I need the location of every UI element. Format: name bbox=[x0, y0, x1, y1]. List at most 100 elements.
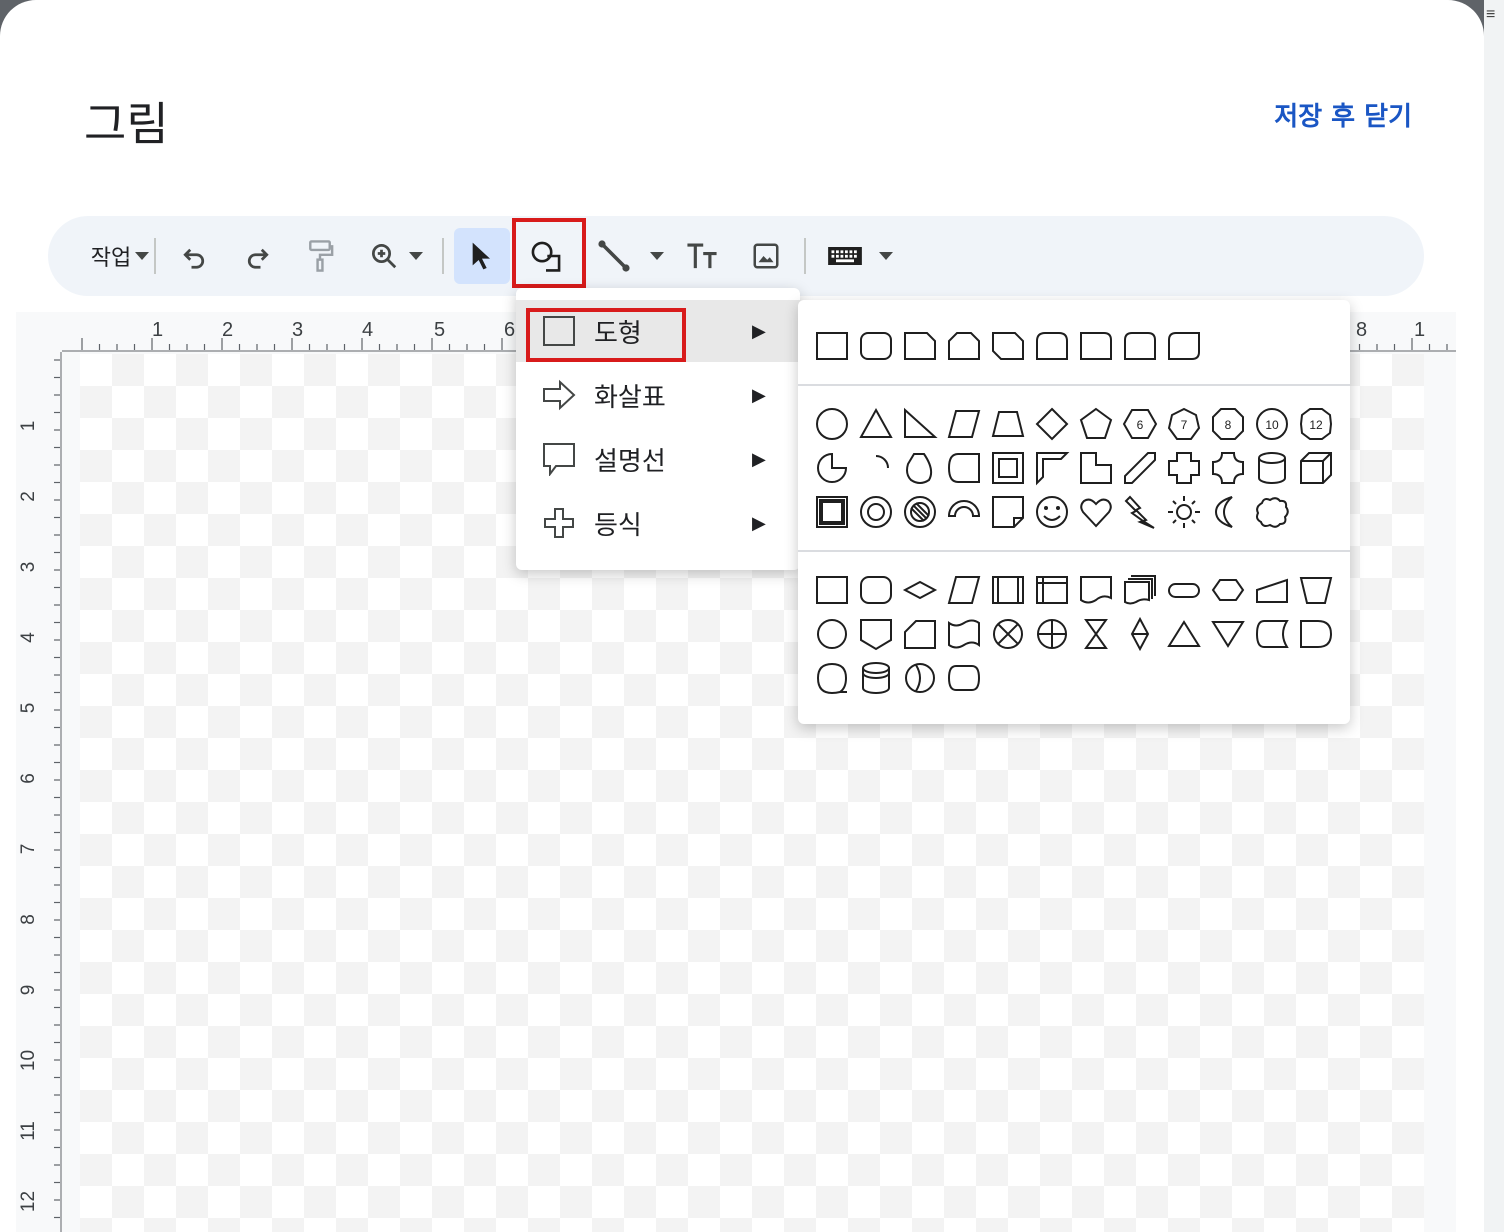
shape-option-icon[interactable] bbox=[946, 616, 982, 652]
shape-option-icon[interactable] bbox=[1078, 494, 1114, 530]
ruler-label: 3 bbox=[292, 319, 303, 341]
shape-option-icon[interactable] bbox=[902, 494, 938, 530]
ruler-label: 12 bbox=[18, 1191, 39, 1212]
shape-option-icon[interactable] bbox=[1254, 616, 1290, 652]
shape-option-icon[interactable] bbox=[1034, 572, 1070, 608]
shape-option-icon[interactable] bbox=[946, 572, 982, 608]
shape-option-icon[interactable] bbox=[1078, 616, 1114, 652]
input-tools-button[interactable] bbox=[818, 228, 902, 284]
svg-text:12: 12 bbox=[1309, 418, 1323, 432]
shape-option-icon[interactable] bbox=[858, 494, 894, 530]
shape-option-icon[interactable] bbox=[1078, 328, 1114, 364]
shape-option-icon[interactable] bbox=[858, 616, 894, 652]
shape-option-icon[interactable] bbox=[858, 450, 894, 486]
chevron-down-icon bbox=[650, 252, 664, 260]
shape-option-icon[interactable] bbox=[814, 494, 850, 530]
select-button[interactable] bbox=[454, 228, 510, 284]
shape-option-icon[interactable] bbox=[946, 328, 982, 364]
paint-format-button[interactable] bbox=[296, 228, 344, 284]
shape-option-icon[interactable] bbox=[858, 660, 894, 696]
shape-option-icon[interactable] bbox=[902, 450, 938, 486]
shape-option-icon[interactable] bbox=[1166, 572, 1202, 608]
shape-option-icon[interactable] bbox=[1122, 572, 1158, 608]
shape-option-icon[interactable] bbox=[1034, 328, 1070, 364]
submenu-arrow-icon: ▶ bbox=[752, 384, 766, 405]
shape-option-icon[interactable]: 10 bbox=[1254, 406, 1290, 442]
shape-option-icon[interactable] bbox=[946, 406, 982, 442]
ruler-label: 5 bbox=[434, 319, 445, 341]
shape-option-icon[interactable] bbox=[1078, 406, 1114, 442]
shape-option-icon[interactable] bbox=[1298, 616, 1334, 652]
shape-option-icon[interactable] bbox=[990, 450, 1026, 486]
shape-option-icon[interactable] bbox=[902, 406, 938, 442]
menu-item-arrows[interactable]: 화살표 ▶ bbox=[516, 364, 800, 426]
shape-option-icon[interactable] bbox=[1078, 450, 1114, 486]
shape-option-icon[interactable] bbox=[902, 660, 938, 696]
select-cursor-icon bbox=[472, 242, 490, 270]
shape-option-icon[interactable] bbox=[814, 450, 850, 486]
shape-option-icon[interactable] bbox=[1298, 572, 1334, 608]
line-button[interactable] bbox=[588, 228, 672, 284]
shape-option-icon[interactable]: 12 bbox=[1298, 406, 1334, 442]
shape-option-icon[interactable] bbox=[1122, 616, 1158, 652]
shape-option-icon[interactable] bbox=[990, 494, 1026, 530]
shape-option-icon[interactable] bbox=[1254, 572, 1290, 608]
shape-option-icon[interactable] bbox=[814, 616, 850, 652]
shape-option-icon[interactable] bbox=[990, 406, 1026, 442]
shape-option-icon[interactable] bbox=[1210, 616, 1246, 652]
shape-option-icon[interactable] bbox=[858, 328, 894, 364]
shape-option-icon[interactable] bbox=[1122, 450, 1158, 486]
menu-item-callouts[interactable]: 설명선 ▶ bbox=[516, 428, 800, 490]
image-button[interactable] bbox=[742, 228, 790, 284]
shape-option-icon[interactable] bbox=[814, 328, 850, 364]
shape-option-icon[interactable] bbox=[1166, 494, 1202, 530]
shape-option-icon[interactable] bbox=[1254, 450, 1290, 486]
shape-option-icon[interactable] bbox=[858, 406, 894, 442]
shape-option-icon[interactable] bbox=[902, 328, 938, 364]
paint-format-icon bbox=[309, 240, 334, 272]
menu-item-label: 화살표 bbox=[594, 382, 666, 413]
undo-button[interactable] bbox=[170, 228, 218, 284]
shape-option-icon[interactable] bbox=[1210, 450, 1246, 486]
shape-option-icon[interactable] bbox=[990, 328, 1026, 364]
text-box-icon bbox=[687, 243, 717, 269]
shape-option-icon[interactable] bbox=[1210, 494, 1246, 530]
menu-item-equations[interactable]: 등식 ▶ bbox=[516, 492, 800, 554]
shape-option-icon[interactable] bbox=[1034, 494, 1070, 530]
shape-option-icon[interactable] bbox=[946, 450, 982, 486]
redo-button[interactable] bbox=[234, 228, 282, 284]
shape-option-icon[interactable] bbox=[1166, 450, 1202, 486]
shape-option-icon[interactable] bbox=[1078, 572, 1114, 608]
shape-option-icon[interactable] bbox=[1034, 450, 1070, 486]
shape-option-icon[interactable] bbox=[946, 494, 982, 530]
ruler-label: 11 bbox=[18, 1121, 39, 1141]
shape-option-icon[interactable] bbox=[1122, 328, 1158, 364]
save-and-close-button[interactable]: 저장 후 닫기 bbox=[1274, 96, 1412, 133]
shape-option-icon[interactable]: 6 bbox=[1122, 406, 1158, 442]
shape-option-icon[interactable] bbox=[814, 660, 850, 696]
shape-option-icon[interactable] bbox=[1166, 328, 1202, 364]
shape-option-icon[interactable]: 7 bbox=[1166, 406, 1202, 442]
submenu-arrow-icon: ▶ bbox=[752, 448, 766, 469]
shape-option-icon[interactable] bbox=[814, 572, 850, 608]
shape-option-icon[interactable] bbox=[990, 616, 1026, 652]
text-box-button[interactable] bbox=[678, 228, 726, 284]
shape-option-icon[interactable] bbox=[1122, 494, 1158, 530]
shape-option-icon[interactable] bbox=[946, 660, 982, 696]
chevron-down-icon bbox=[135, 252, 150, 260]
shape-option-icon[interactable]: 8 bbox=[1210, 406, 1246, 442]
shape-option-icon[interactable] bbox=[1298, 450, 1334, 486]
vertical-ruler: 123456789101112 bbox=[18, 352, 62, 1232]
page-scrollbar[interactable]: ≡ bbox=[1484, 0, 1504, 1232]
shape-option-icon[interactable] bbox=[1210, 572, 1246, 608]
shape-option-icon[interactable] bbox=[902, 572, 938, 608]
shape-option-icon[interactable] bbox=[858, 572, 894, 608]
shape-option-icon[interactable] bbox=[902, 616, 938, 652]
shape-option-icon[interactable] bbox=[1166, 616, 1202, 652]
shape-option-icon[interactable] bbox=[1034, 616, 1070, 652]
shape-option-icon[interactable] bbox=[814, 406, 850, 442]
shape-option-icon[interactable] bbox=[990, 572, 1026, 608]
shape-option-icon[interactable] bbox=[1034, 406, 1070, 442]
zoom-button[interactable] bbox=[360, 228, 432, 284]
shape-option-icon[interactable] bbox=[1254, 494, 1290, 530]
